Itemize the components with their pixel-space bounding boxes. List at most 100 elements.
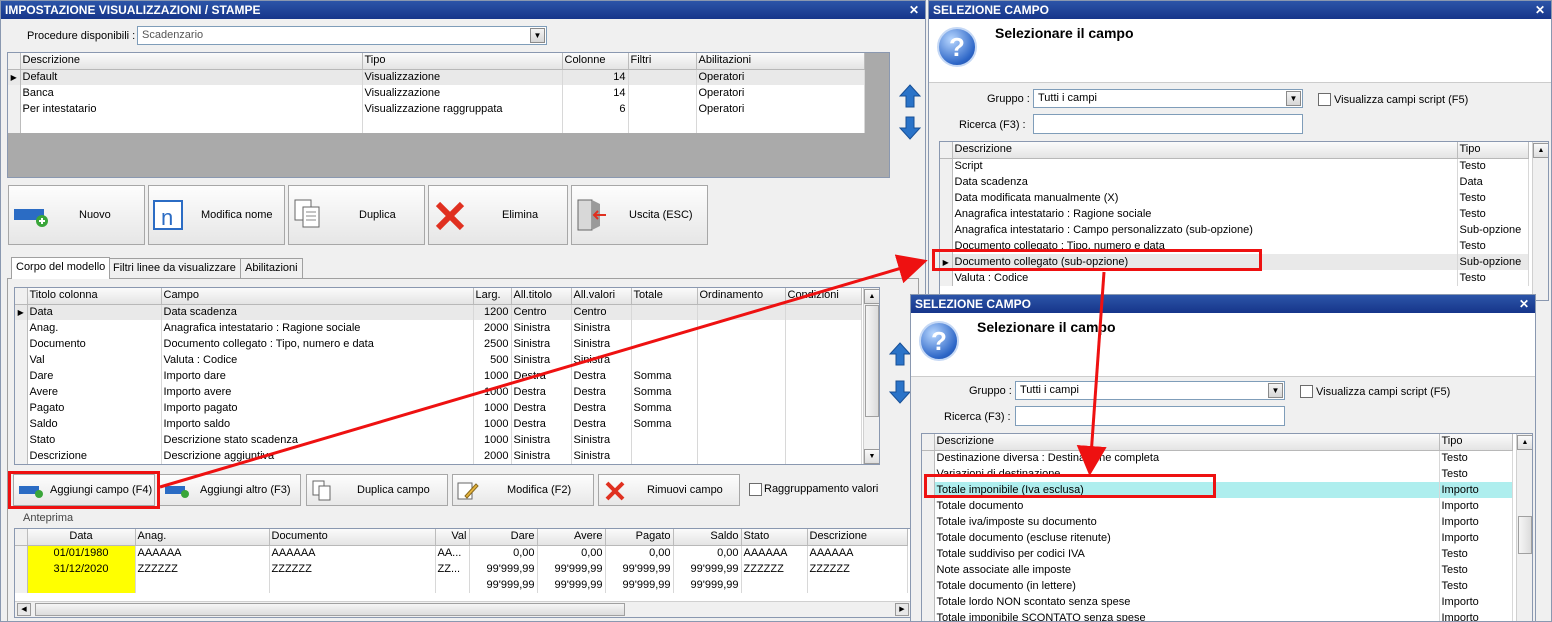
sel1-scrollbar[interactable]: ▲ bbox=[1532, 142, 1548, 300]
sel1-field-row[interactable]: Script Testo bbox=[940, 158, 1529, 174]
row-indicator bbox=[922, 610, 935, 621]
raggruppamento-checkbox[interactable] bbox=[749, 483, 762, 496]
column-row[interactable]: ▶ Data Data scadenza 1200 Centro Centro bbox=[15, 304, 862, 320]
sel1-field-row[interactable]: Data scadenza Data bbox=[940, 174, 1529, 190]
preview-cell bbox=[269, 577, 436, 593]
column-row[interactable]: Descrizione Descrizione aggiuntiva 2000 Sin… bbox=[15, 448, 862, 464]
tab-corpo-modello[interactable]: Corpo del modello bbox=[11, 257, 111, 279]
row-indicator bbox=[15, 577, 28, 593]
sel1-ricerca-input[interactable] bbox=[1033, 114, 1303, 134]
sel2-field-cell: Testo bbox=[1439, 578, 1513, 594]
column-row[interactable]: Pagato Importo pagato 1000 Destra Destra Somm… bbox=[15, 400, 862, 416]
sel2-field-row[interactable]: Totale iva/imposte su documento Importo bbox=[922, 514, 1513, 530]
close-icon[interactable]: ✕ bbox=[1519, 295, 1529, 313]
sel2-field-row[interactable]: Totale documento Importo bbox=[922, 498, 1513, 514]
close-icon[interactable]: ✕ bbox=[1535, 1, 1545, 19]
tab-filtri-linee[interactable]: Filtri linee da visualizzare bbox=[108, 258, 241, 278]
procedure-cell: Default bbox=[20, 69, 363, 85]
move-column-up-icon[interactable] bbox=[889, 341, 911, 367]
column-row[interactable]: Documento Documento collegato : Tipo, num… bbox=[15, 336, 862, 352]
scroll-left-icon[interactable]: ◀ bbox=[17, 603, 31, 616]
preview-cell: 99'999,99 bbox=[605, 577, 674, 593]
modifica-nome-button[interactable]: n Modifica nome bbox=[148, 185, 285, 245]
sel1-field-row[interactable]: Anagrafica intestatario : Campo personal… bbox=[940, 222, 1529, 238]
sel2-script-checkbox[interactable] bbox=[1300, 385, 1313, 398]
preview-header-cell: Documento bbox=[269, 529, 436, 546]
sel1-field-row[interactable]: ▶ Documento collegato (sub-opzione) Sub-op… bbox=[940, 254, 1529, 270]
procedure-row[interactable]: ▶ Default Visualizzazione 14 Operatori bbox=[8, 69, 865, 85]
column-cell: 2500 bbox=[473, 336, 512, 352]
sel1-field-row[interactable]: Documento collegato : Tipo, numero e dat… bbox=[940, 238, 1529, 254]
sel1-gruppo-select[interactable]: Tutti i campi ▼ bbox=[1033, 89, 1303, 108]
sel1-header-row: Descrizione Tipo bbox=[940, 142, 1529, 159]
chevron-down-icon[interactable]: ▼ bbox=[1268, 383, 1283, 398]
sel2-field-row[interactable]: Note associate alle imposte Testo bbox=[922, 562, 1513, 578]
sel1-ricerca-label: Ricerca (F3) : bbox=[959, 119, 1026, 131]
column-cell bbox=[631, 336, 698, 352]
hscroll-thumb[interactable] bbox=[35, 603, 625, 616]
sel2-script-label: Visualizza campi script (F5) bbox=[1316, 386, 1451, 398]
move-column-down-icon[interactable] bbox=[889, 379, 911, 405]
column-cell bbox=[785, 336, 862, 352]
scroll-up-icon[interactable]: ▲ bbox=[1533, 143, 1548, 158]
sel2-ricerca-input[interactable] bbox=[1015, 406, 1285, 426]
preview-hscroll[interactable]: ◀ ▶ bbox=[15, 601, 911, 617]
column-row[interactable]: Val Valuta : Codice 500 Sinistra Sinistra bbox=[15, 352, 862, 368]
scroll-thumb[interactable] bbox=[1518, 516, 1532, 554]
columns-scrollbar[interactable]: ▲ ▼ bbox=[863, 288, 879, 464]
procedure-row[interactable]: Banca Visualizzazione 14 Operatori bbox=[8, 85, 865, 101]
sel2-field-row[interactable]: Totale imponibile SCONTATO senza spese Im… bbox=[922, 610, 1513, 621]
nuovo-button[interactable]: Nuovo bbox=[8, 185, 145, 245]
sel2-field-row[interactable]: Totale suddiviso per codici IVA Testo bbox=[922, 546, 1513, 562]
column-row[interactable]: Dare Importo dare 1000 Destra Destra Somma bbox=[15, 368, 862, 384]
sel2-field-row[interactable]: Totale documento (escluse ritenute) Impor… bbox=[922, 530, 1513, 546]
sel2-field-row[interactable]: Totale imponibile (Iva esclusa) Importo bbox=[922, 482, 1513, 498]
sel2-gruppo-select[interactable]: Tutti i campi ▼ bbox=[1015, 381, 1285, 400]
uscita-button[interactable]: Uscita (ESC) bbox=[571, 185, 708, 245]
sel2-scrollbar[interactable]: ▲ bbox=[1516, 434, 1532, 621]
tab-abilitazioni[interactable]: Abilitazioni bbox=[240, 258, 303, 278]
preview-cell: AA... bbox=[435, 545, 470, 561]
preview-cell: 99'999,99 bbox=[537, 577, 606, 593]
close-icon[interactable]: ✕ bbox=[909, 1, 919, 19]
chevron-down-icon[interactable]: ▼ bbox=[530, 28, 545, 43]
scroll-down-icon[interactable]: ▼ bbox=[864, 449, 879, 464]
column-row[interactable]: Avere Importo avere 1000 Destra Destra Somma bbox=[15, 384, 862, 400]
row-indicator: ▶ bbox=[940, 254, 953, 270]
duplica-campo-button[interactable]: Duplica campo bbox=[306, 474, 448, 506]
column-cell: 1000 bbox=[473, 368, 512, 384]
rimuovi-campo-button[interactable]: Rimuovi campo bbox=[598, 474, 740, 506]
sel2-field-row[interactable]: Variazioni di destinazione Testo bbox=[922, 466, 1513, 482]
add-other-icon bbox=[165, 486, 189, 498]
modifica-button[interactable]: Modifica (F2) bbox=[452, 474, 594, 506]
row-indicator bbox=[15, 320, 28, 336]
raggruppamento-label: Raggruppamento valori bbox=[764, 483, 879, 495]
scroll-thumb[interactable] bbox=[865, 305, 879, 417]
chevron-down-icon[interactable]: ▼ bbox=[1286, 91, 1301, 106]
procedure-row[interactable]: Per intestatario Visualizzazione raggrupp… bbox=[8, 101, 865, 117]
sel2-field-cell: Totale documento (in lettere) bbox=[934, 578, 1440, 594]
sel2-field-row[interactable]: Totale documento (in lettere) Testo bbox=[922, 578, 1513, 594]
column-row[interactable]: Saldo Importo saldo 1000 Destra Destra Somma bbox=[15, 416, 862, 432]
move-up-icon[interactable] bbox=[899, 83, 921, 109]
column-row[interactable]: Anag. Anagrafica intestatario : Ragione s… bbox=[15, 320, 862, 336]
sel1-script-checkbox[interactable] bbox=[1318, 93, 1331, 106]
procedure-select[interactable]: Scadenzario ▼ bbox=[137, 26, 547, 45]
sel2-field-row[interactable]: Totale lordo NON scontato senza spese Imp… bbox=[922, 594, 1513, 610]
duplica-button[interactable]: Duplica bbox=[288, 185, 425, 245]
sel1-field-row[interactable]: Anagrafica intestatario : Ragione social… bbox=[940, 206, 1529, 222]
sel1-field-row[interactable]: Data modificata manualmente (X) Testo bbox=[940, 190, 1529, 206]
scroll-up-icon[interactable]: ▲ bbox=[1517, 435, 1532, 450]
move-down-icon[interactable] bbox=[899, 115, 921, 141]
column-row[interactable]: Stato Descrizione stato scadenza 1000 Sinis… bbox=[15, 432, 862, 448]
scroll-up-icon[interactable]: ▲ bbox=[864, 289, 879, 304]
column-cell: Stato bbox=[27, 432, 162, 448]
scroll-right-icon[interactable]: ▶ bbox=[895, 603, 909, 616]
sel1-field-row[interactable]: Valuta : Codice Testo bbox=[940, 270, 1529, 286]
aggiungi-altro-button[interactable]: Aggiungi altro (F3) bbox=[159, 474, 301, 506]
procedure-cell: Banca bbox=[20, 85, 363, 101]
sel2-header-cell: Tipo bbox=[1439, 434, 1513, 451]
aggiungi-campo-button[interactable]: Aggiungi campo (F4) bbox=[13, 474, 155, 506]
elimina-button[interactable]: Elimina bbox=[428, 185, 568, 245]
sel2-field-row[interactable]: Destinazione diversa : Destinazione comp… bbox=[922, 450, 1513, 466]
